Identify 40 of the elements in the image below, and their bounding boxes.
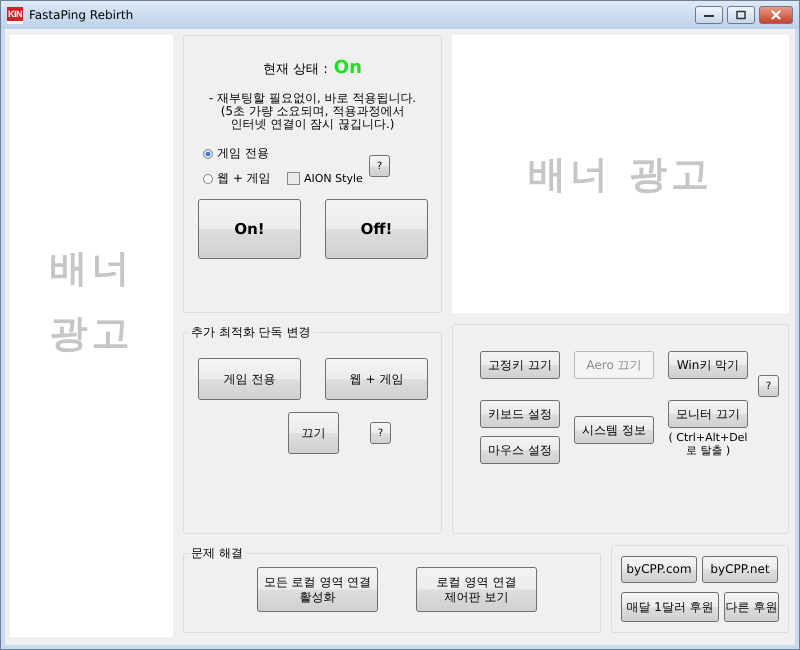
close-icon [770,10,782,20]
aion-style-checkbox[interactable]: AION Style [287,172,369,185]
maximize-button[interactable] [727,6,755,24]
off-button[interactable]: 끄기 [288,412,339,454]
note-text: - 재부팅할 필요없이, 바로 적용됩니다. (5초 가량 소요되며, 적용과정에서 인터넷 연결이 잠시 끊깁니다.) [208,92,418,131]
link-button[interactable]: byCPP.net [702,556,778,583]
mode-radio[interactable]: 웹 + 게임 [203,170,287,187]
mode-radio[interactable]: 게임 전용 [203,145,287,162]
maximize-icon [735,10,747,20]
tool-button[interactable]: 모니터 끄기 [668,400,748,428]
tool-button[interactable]: 고정키 끄기 [480,351,560,379]
window-title: FastaPing Rebirth [29,8,134,22]
link-button[interactable]: byCPP.com [621,556,697,583]
power-button[interactable]: Off! [325,199,428,259]
mode-button[interactable]: 게임 전용 [198,358,301,400]
banner-text: 배너 [50,245,134,292]
power-button[interactable]: On! [198,199,301,259]
group-title: 문제 해결 [190,545,244,562]
group-title: 추가 최적화 단독 변경 [190,324,312,341]
tool-button[interactable]: 시스템 정보 [574,416,654,444]
tool-button[interactable]: Win키 막기 [668,351,748,379]
minimize-icon [703,12,715,18]
donate-button[interactable]: 다른 후원 [724,592,779,622]
tool-button[interactable]: 키보드 설정 [480,400,560,428]
status-label: 현재 상태 : [263,61,328,78]
minimize-button[interactable] [695,6,723,24]
network-button[interactable]: 로컬 영역 연결 제어판 보기 [416,567,537,612]
tool-button[interactable]: 마우스 설정 [480,436,560,464]
app-logo: KIN [7,6,23,24]
mode-button[interactable]: 웹 + 게임 [325,358,428,400]
help-button[interactable]: ? [370,422,391,444]
banner-text: 배너 광고 [528,150,714,198]
donate-button[interactable]: 매달 1달러 후원 [621,592,719,622]
banner-text: 광고 [50,310,134,357]
status-value: On [334,57,362,78]
close-button[interactable] [759,6,793,24]
help-button[interactable]: ? [758,375,779,397]
escape-hint: ( Ctrl+Alt+Del 로 탈출 ) [668,431,748,457]
help-button[interactable]: ? [369,155,390,177]
network-button[interactable]: 모든 로컬 영역 연결 활성화 [257,567,378,612]
